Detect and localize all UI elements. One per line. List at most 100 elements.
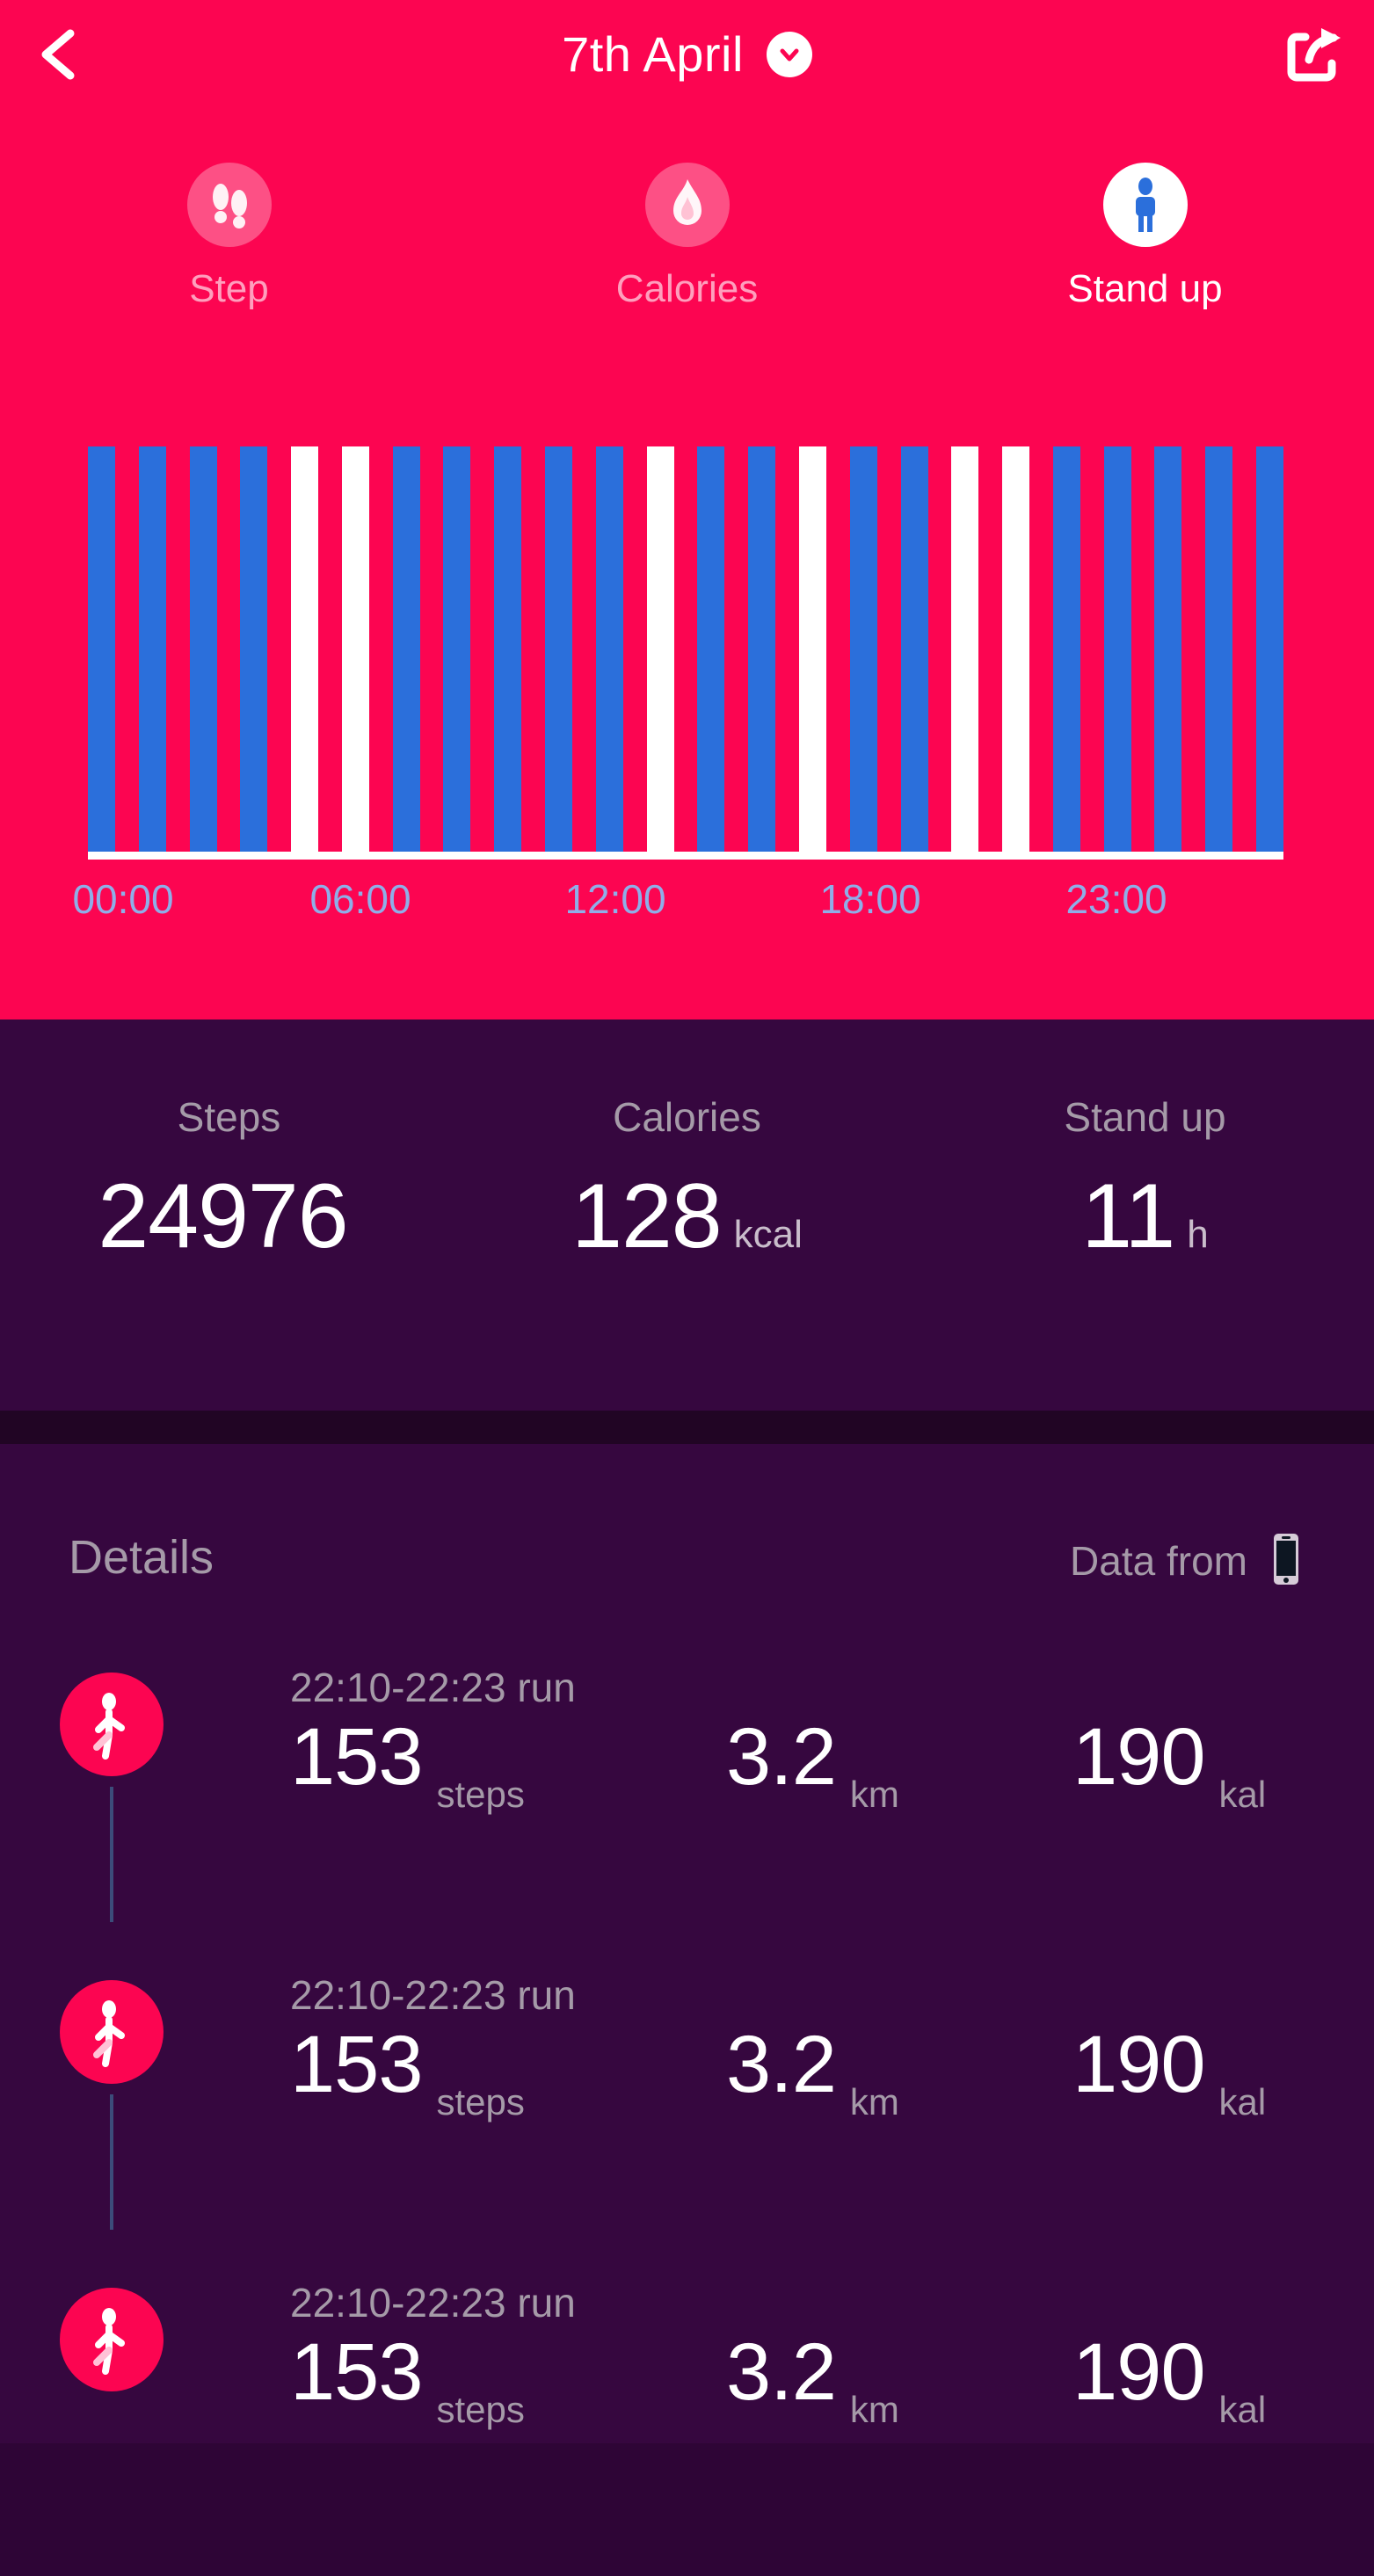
metric-tabs: Step Calories Stand up	[0, 163, 1374, 391]
activity-calories-value: 190	[1072, 2327, 1205, 2417]
chart-x-label: 00:00	[72, 876, 174, 922]
chart-bar	[1154, 446, 1182, 853]
share-button[interactable]	[1279, 19, 1349, 90]
activity-calories: 190 kal	[1072, 2327, 1266, 2428]
activity-distance: 3.2 km	[726, 2327, 899, 2428]
stat-calories: Calories 128 kcal	[458, 1020, 916, 1411]
chart-bar	[595, 446, 623, 853]
data-source[interactable]: Data from	[1070, 1532, 1305, 1591]
activity-calories-value: 190	[1072, 1712, 1205, 1802]
running-person-icon	[60, 2288, 164, 2391]
tab-calories[interactable]: Calories	[458, 163, 916, 391]
chart-bar	[392, 446, 420, 853]
tab-step-label: Step	[189, 267, 269, 310]
chart-bar	[748, 446, 776, 853]
activity-distance-value: 3.2	[726, 2327, 837, 2417]
chart-axis-line	[88, 852, 1283, 860]
chart-bar	[240, 446, 268, 853]
footprints-icon	[186, 163, 272, 247]
chart-x-label: 23:00	[1065, 876, 1167, 922]
chart-x-label: 06:00	[309, 876, 411, 922]
stat-calories-value: 128	[571, 1165, 723, 1267]
stat-stand-up-value: 11	[1081, 1165, 1175, 1267]
activity-distance: 3.2 km	[726, 2020, 899, 2121]
activity-time: 22:10-22:23 run	[290, 1665, 576, 1710]
stat-steps-value: 24976	[98, 1165, 348, 1267]
phone-icon	[1267, 1532, 1305, 1591]
activity-row[interactable]: 22:10-22:23 run 153 steps 3.2 km 190 kal	[0, 1653, 1374, 1961]
running-person-icon	[60, 1673, 164, 1776]
tab-stand-up[interactable]: Stand up	[916, 163, 1374, 391]
stat-calories-label: Calories	[613, 1094, 761, 1140]
chart-bar	[798, 446, 826, 853]
chart-bar	[291, 446, 319, 853]
chart-bar	[900, 446, 928, 853]
activity-distance-unit: km	[849, 2389, 899, 2430]
activity-steps-unit: steps	[436, 2389, 525, 2430]
stand-up-bar-chart	[88, 446, 1283, 860]
share-icon	[1279, 28, 1349, 93]
activity-calories-unit: kal	[1218, 1774, 1267, 1815]
tab-calories-label: Calories	[615, 267, 759, 310]
stat-stand-up-unit: h	[1187, 1213, 1209, 1256]
chart-bar	[443, 446, 471, 853]
chart-bar	[494, 446, 522, 853]
activity-row[interactable]: 22:10-22:23 run 153 steps 3.2 km 190 kal	[0, 2268, 1374, 2576]
activity-steps: 153 steps	[290, 2020, 525, 2121]
chart-bar	[1052, 446, 1080, 853]
data-from-label: Data from	[1070, 1538, 1247, 1585]
activity-time: 22:10-22:23 run	[290, 1972, 576, 2018]
activity-steps-value: 153	[290, 2327, 423, 2417]
activity-time: 22:10-22:23 run	[290, 2280, 576, 2326]
activity-calories-value: 190	[1072, 2020, 1205, 2109]
page-title: 7th April	[562, 26, 744, 82]
activity-calories: 190 kal	[1072, 1712, 1266, 1813]
activity-row[interactable]: 22:10-22:23 run 153 steps 3.2 km 190 kal	[0, 1961, 1374, 2268]
navbar: 7th April	[0, 0, 1374, 101]
activity-steps: 153 steps	[290, 1712, 525, 1813]
activity-list: 22:10-22:23 run 153 steps 3.2 km 190 kal 22:10-…	[0, 1653, 1374, 2576]
chart-bar	[1103, 446, 1131, 853]
person-standing-icon	[1102, 163, 1188, 247]
activity-distance: 3.2 km	[726, 1712, 899, 1813]
chart-bar	[189, 446, 217, 853]
activity-calories-unit: kal	[1218, 2389, 1267, 2430]
chart-bar	[545, 446, 573, 853]
activity-distance-value: 3.2	[726, 1712, 837, 1802]
activity-connector	[110, 1787, 113, 1922]
stat-stand-up-label: Stand up	[1064, 1094, 1226, 1140]
details-panel: Details Data from 22:10-22:23 run 153 step…	[0, 1444, 1374, 2443]
details-header: Details Data from	[0, 1531, 1374, 1611]
activity-steps-value: 153	[290, 1712, 423, 1802]
chart-x-label: 12:00	[564, 876, 666, 922]
activity-steps-unit: steps	[436, 1774, 525, 1815]
chart-bar	[697, 446, 725, 853]
tab-step[interactable]: Step	[0, 163, 458, 391]
date-selector[interactable]: 7th April	[0, 19, 1374, 90]
chart-x-axis-labels: 00:00 06:00 12:00 18:00 23:00	[0, 879, 1374, 993]
activity-calories: 190 kal	[1072, 2020, 1266, 2121]
activity-calories-unit: kal	[1218, 2081, 1267, 2122]
chart-bar	[849, 446, 877, 853]
chart-bar	[951, 446, 979, 853]
activity-distance-value: 3.2	[726, 2020, 837, 2109]
activity-steps-value: 153	[290, 2020, 423, 2109]
stat-steps: Steps 24976	[0, 1020, 458, 1411]
stat-stand-up: Stand up 11 h	[916, 1020, 1374, 1411]
activity-steps: 153 steps	[290, 2327, 525, 2428]
chart-bar	[138, 446, 166, 853]
stat-steps-label: Steps	[177, 1094, 281, 1140]
chart-bar	[1205, 446, 1233, 853]
activity-steps-unit: steps	[436, 2081, 525, 2122]
chart-bar	[646, 446, 674, 853]
summary-stats-panel: Steps 24976 Calories 128 kcal Stand up 1…	[0, 1020, 1374, 1411]
hero-panel: 7th April Step Calories Stand up 00:00 0…	[0, 0, 1374, 1020]
stat-calories-unit: kcal	[733, 1213, 803, 1256]
flame-icon	[644, 163, 730, 247]
section-divider	[0, 1411, 1374, 1444]
chart-bar	[341, 446, 369, 853]
chevron-down-icon[interactable]	[766, 32, 812, 77]
activity-distance-unit: km	[849, 1774, 899, 1815]
activity-connector	[110, 2094, 113, 2230]
chart-bars	[88, 446, 1283, 853]
